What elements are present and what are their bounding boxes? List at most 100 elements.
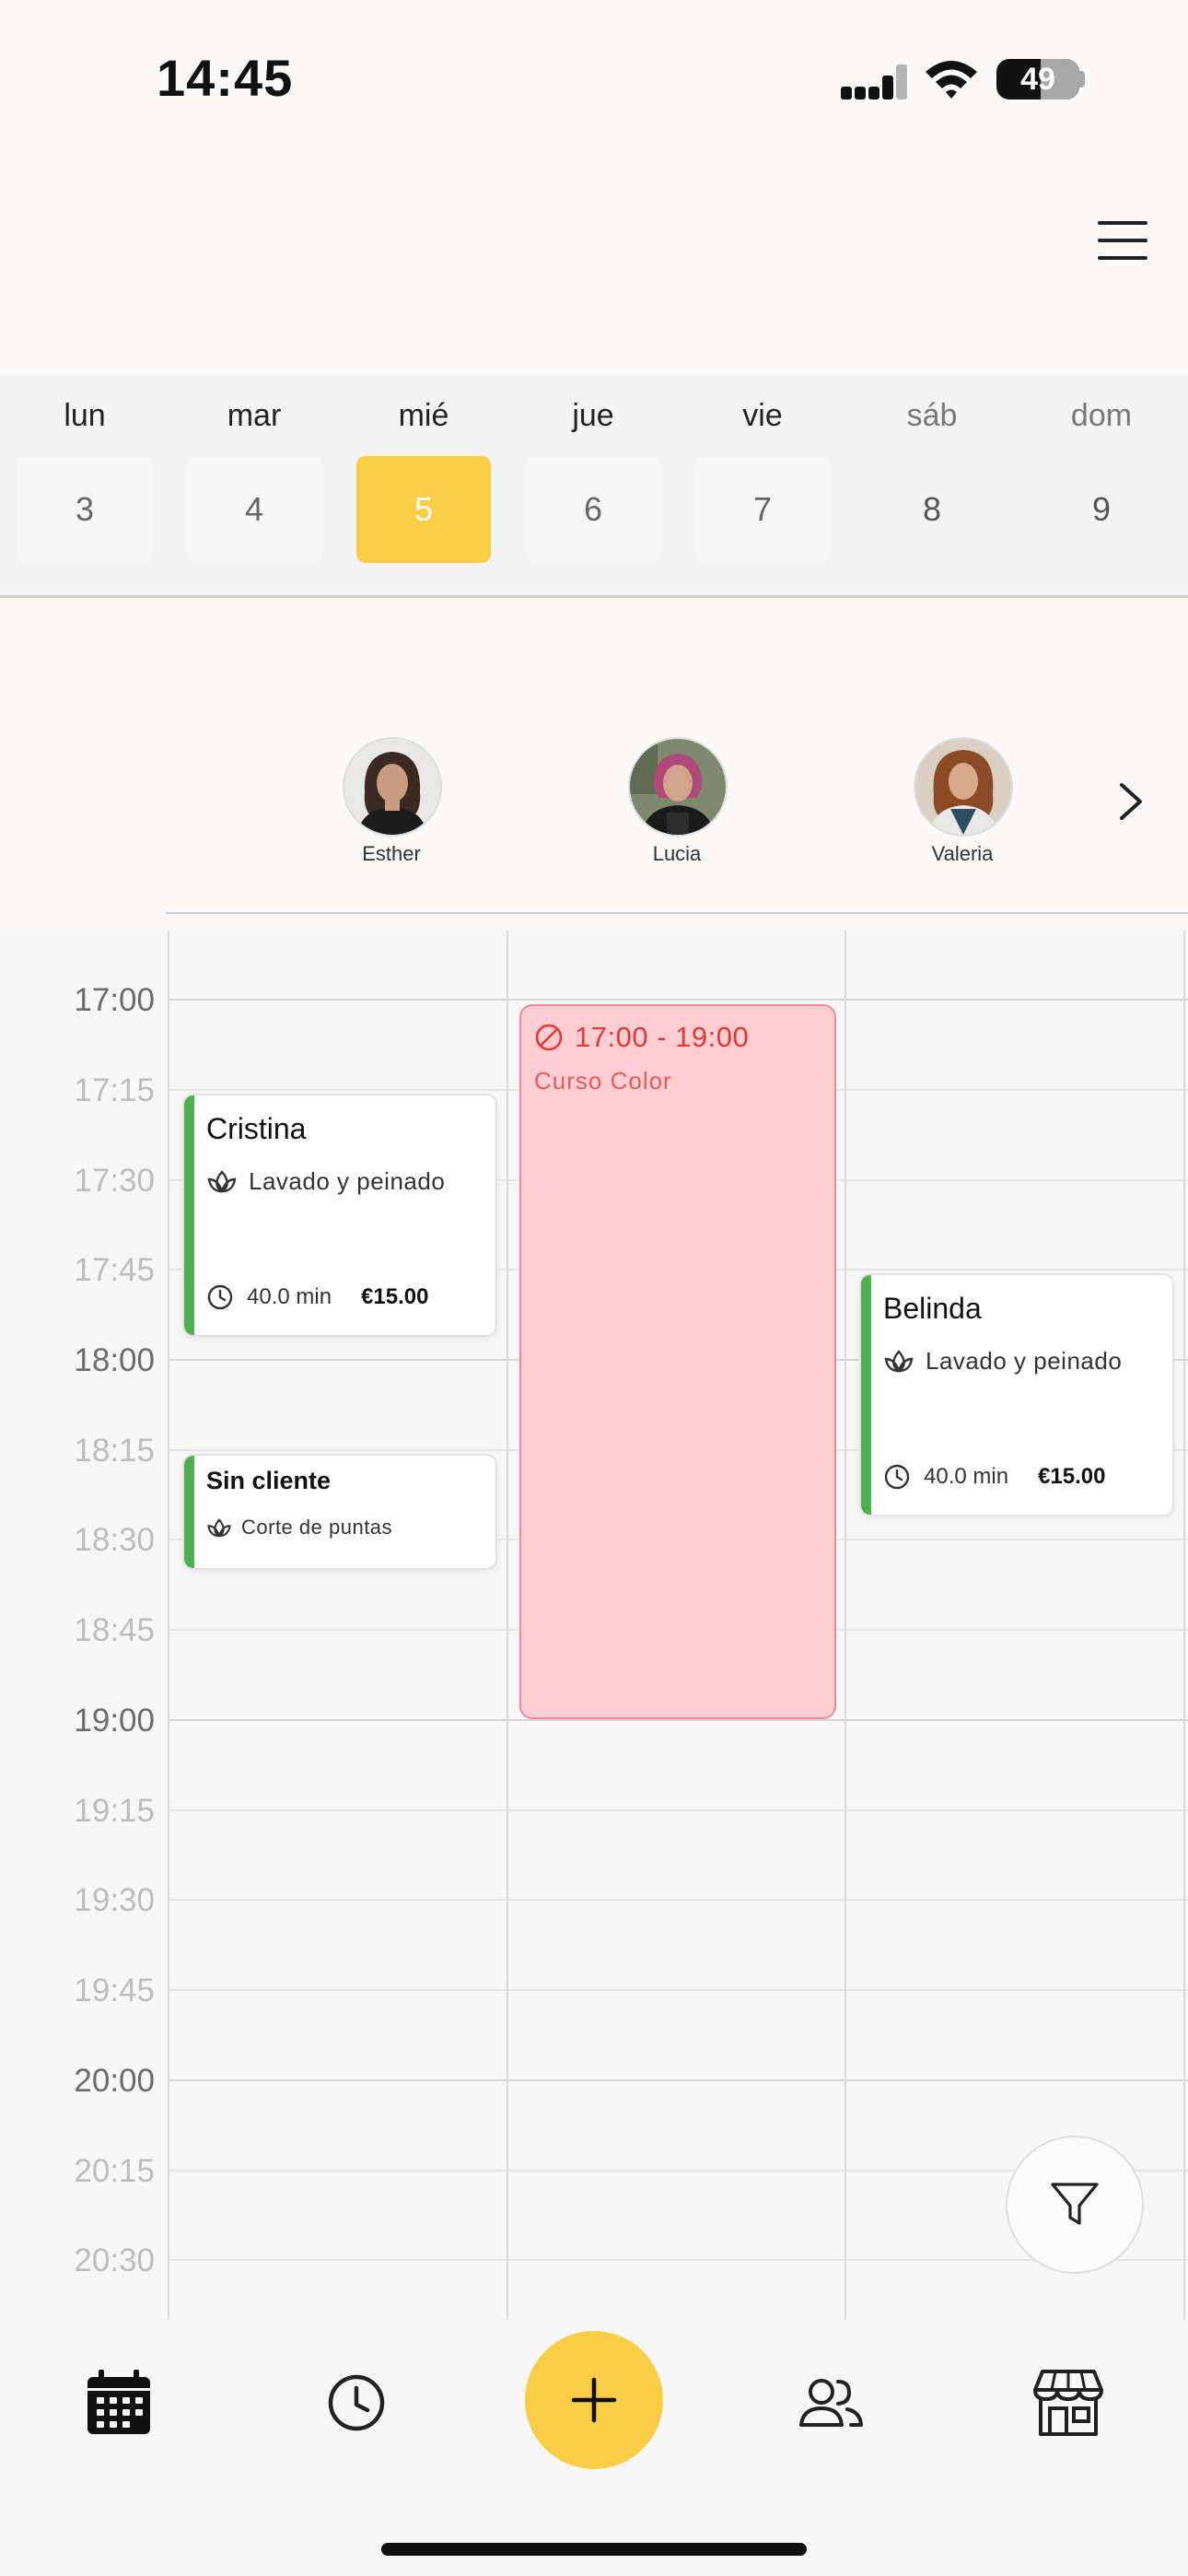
blocked-time-row: 17:00 - 19:00 [534, 1021, 749, 1054]
service-row: Lavado y peinado [883, 1345, 1122, 1376]
service-lotus-icon [207, 1170, 237, 1193]
clients-icon[interactable] [794, 2366, 868, 2440]
day-number-button[interactable]: 6 [526, 456, 660, 563]
prohibited-icon [535, 1024, 563, 1051]
day-number-button[interactable]: 7 [695, 456, 830, 563]
day-name: mar [227, 398, 282, 433]
store-icon[interactable] [1031, 2366, 1105, 2440]
price: €15.00 [1038, 1464, 1106, 1489]
grid-line [169, 1899, 1188, 1901]
time-label: 18:15 [74, 1433, 155, 1469]
time-label: 17:30 [74, 1163, 155, 1199]
calendar-icon[interactable] [82, 2366, 156, 2440]
time-label: 19:15 [74, 1793, 155, 1829]
plus-icon [571, 2377, 617, 2423]
time-label: 18:30 [74, 1522, 155, 1558]
day-name: mié [398, 398, 449, 433]
duration: 40.0 min [924, 1464, 1009, 1489]
day-number-button[interactable]: 8 [865, 456, 999, 563]
grid-line [169, 1989, 1188, 1991]
cellular-signal-icon [841, 64, 907, 100]
day-tue: mar 4 [169, 374, 339, 595]
day-name: sáb [906, 398, 958, 433]
service-name: Lavado y peinado [249, 1166, 446, 1195]
time-label: 20:30 [74, 2242, 155, 2278]
staff-name: Valeria [931, 842, 994, 865]
wifi-icon [926, 61, 977, 99]
day-number-button[interactable]: 4 [187, 456, 321, 563]
staff-name: Lucia [652, 842, 702, 865]
column-divider [168, 931, 169, 2320]
clock-icon[interactable] [320, 2366, 393, 2440]
clock-icon [884, 1464, 910, 1490]
home-indicator [381, 2543, 807, 2556]
avatar [343, 737, 442, 837]
time-label: 20:15 [74, 2153, 155, 2189]
time-label: 17:15 [74, 1072, 155, 1108]
blocked-time-range: 17:00 - 19:00 [575, 1021, 750, 1053]
time-label: 19:30 [74, 1882, 155, 1918]
clock-icon [207, 1284, 233, 1310]
service-name: Lavado y peinado [926, 1346, 1123, 1375]
staff-name: Esther [362, 842, 421, 865]
status-bar-green [184, 1095, 194, 1335]
day-number-button[interactable]: 9 [1034, 456, 1169, 563]
status-bar-green [861, 1275, 871, 1515]
day-name: jue [572, 398, 614, 433]
divider [166, 912, 1188, 914]
chevron-right-icon[interactable] [1112, 779, 1149, 824]
filter-button[interactable] [1006, 2136, 1144, 2274]
appointment-card-belinda[interactable]: Belinda Lavado y peinado 40.0 min €15.00 [859, 1273, 1174, 1516]
client-name: Belinda [883, 1292, 982, 1325]
grid-line [169, 999, 1188, 1001]
appointment-card-sin-cliente[interactable]: Sin cliente Corte de puntas [182, 1454, 497, 1570]
time-label: 17:45 [74, 1252, 155, 1288]
time-label: 18:00 [74, 1342, 155, 1378]
staff-valeria[interactable]: Valeria [893, 737, 1031, 875]
day-fri: vie 7 [678, 374, 847, 595]
blocked-label: Curso Color [534, 1067, 672, 1095]
grid-line [169, 2079, 1188, 2081]
service-lotus-icon [884, 1350, 914, 1373]
service-row: Lavado y peinado [206, 1165, 445, 1197]
appointment-card-cristina[interactable]: Cristina Lavado y peinado 40.0 min €15.0… [182, 1094, 497, 1337]
day-sun: dom 9 [1017, 374, 1186, 595]
battery-level: 49 [1020, 62, 1055, 97]
hamburger-menu-button[interactable] [1087, 217, 1159, 263]
day-name: vie [742, 398, 783, 433]
client-name: Sin cliente [206, 1467, 332, 1494]
blocked-time-slot[interactable]: 17:00 - 19:00 Curso Color [519, 1004, 836, 1719]
service-lotus-icon [207, 1518, 231, 1538]
app-header [0, 157, 1188, 374]
duration: 40.0 min [247, 1284, 332, 1309]
time-label: 19:00 [74, 1703, 155, 1739]
day-thu: jue 6 [508, 374, 678, 595]
staff-esther[interactable]: Esther [322, 737, 460, 875]
day-name: dom [1070, 398, 1133, 433]
time-label: 18:45 [74, 1612, 155, 1648]
battery-tip [1079, 71, 1085, 88]
column-divider [1183, 931, 1185, 2320]
staff-lucia[interactable]: Lucia [608, 737, 746, 875]
time-label: 20:00 [74, 2063, 155, 2099]
status-bar-green [184, 1456, 194, 1568]
meta-row: 40.0 min €15.00 [206, 1283, 428, 1311]
column-divider [507, 931, 508, 2320]
service-row: Corte de puntas [206, 1515, 392, 1540]
day-sat: sáb 8 [847, 374, 1017, 595]
meta-row: 40.0 min €15.00 [883, 1463, 1105, 1491]
add-appointment-button[interactable] [525, 2331, 663, 2469]
day-mon: lun 3 [0, 374, 169, 595]
battery-icon: 49 [996, 59, 1079, 100]
price: €15.00 [361, 1284, 429, 1309]
day-number-button[interactable]: 3 [17, 456, 152, 563]
grid-line [169, 1809, 1188, 1811]
filter-icon [1051, 2183, 1099, 2225]
day-schedule-grid[interactable]: 17:00 17:15 17:30 17:45 18:00 18:15 18:3… [0, 931, 1188, 2320]
day-number-button-selected[interactable]: 5 [356, 456, 491, 563]
status-time: 14:45 [157, 49, 294, 107]
avatar [628, 737, 728, 837]
week-selector: lun 3 mar 4 mié 5 jue 6 vie 7 sáb 8 dom … [0, 374, 1188, 598]
grid-line [169, 1719, 1188, 1721]
service-name: Corte de puntas [241, 1516, 393, 1539]
